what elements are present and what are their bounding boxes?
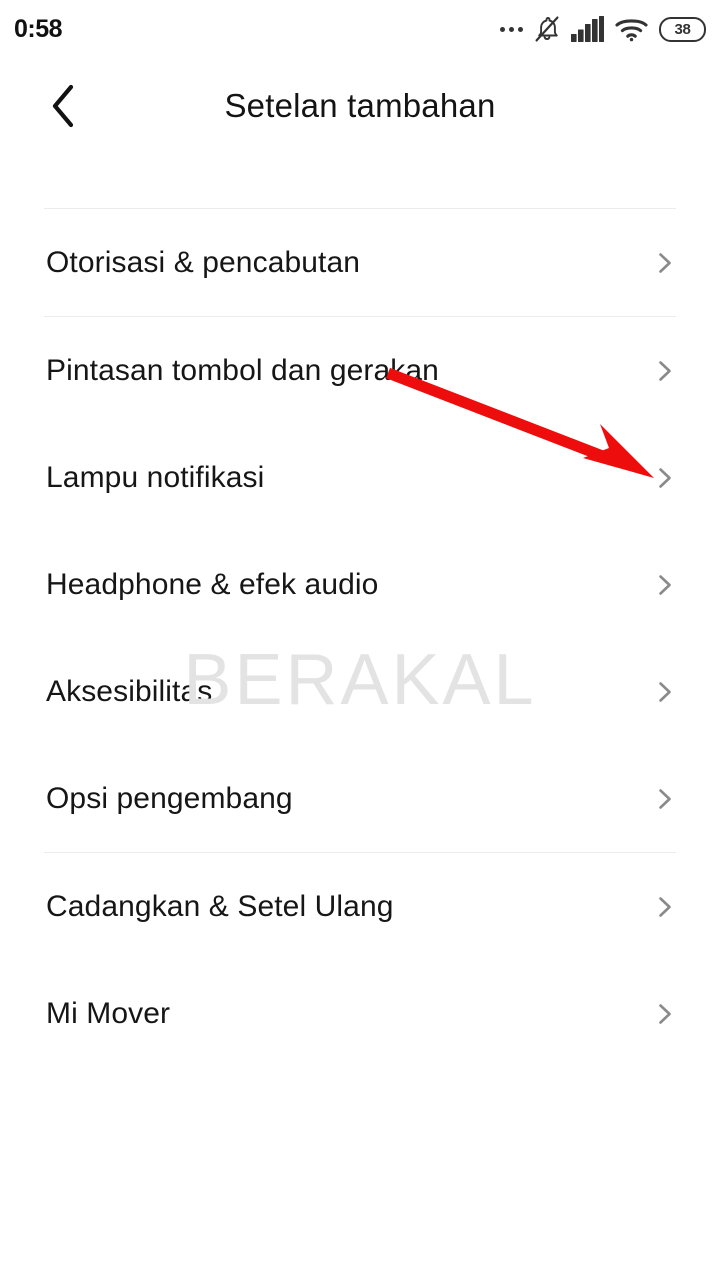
list-item-label: Otorisasi & pencabutan — [46, 246, 361, 279]
list-item-label: Mi Mover — [46, 997, 171, 1030]
wifi-icon — [615, 16, 648, 42]
status-bar: 0:58 38 — [0, 0, 720, 58]
settings-group-3: Cadangkan & Setel Ulang Mi Mover — [0, 853, 720, 1067]
list-item-label: Opsi pengembang — [46, 782, 293, 815]
list-item-label: Aksesibilitas — [46, 675, 213, 708]
chevron-right-icon — [654, 467, 676, 489]
bell-muted-icon — [534, 15, 560, 43]
list-item-headphone-efek-audio[interactable]: Headphone & efek audio — [0, 531, 720, 638]
app-bar: Setelan tambahan — [0, 58, 720, 153]
page-title: Setelan tambahan — [224, 86, 496, 124]
chevron-right-icon — [654, 681, 676, 703]
chevron-right-icon — [654, 1003, 676, 1025]
list-item-lampu-notifikasi[interactable]: Lampu notifikasi — [0, 424, 720, 531]
chevron-right-icon — [654, 360, 676, 382]
chevron-right-icon — [654, 896, 676, 918]
more-dots-icon — [500, 26, 523, 32]
signal-bars-icon — [571, 16, 604, 42]
list-item-mi-mover[interactable]: Mi Mover — [0, 960, 720, 1067]
list-item-label: Cadangkan & Setel Ulang — [46, 890, 394, 923]
list-item-aksesibilitas[interactable]: Aksesibilitas — [0, 638, 720, 745]
list-item-pintasan-tombol-dan-gerakan[interactable]: Pintasan tombol dan gerakan — [0, 317, 720, 424]
list-item-opsi-pengembang[interactable]: Opsi pengembang — [0, 745, 720, 852]
battery-icon: 38 — [659, 16, 706, 42]
list-top-spacer — [0, 153, 720, 208]
status-clock: 0:58 — [14, 14, 63, 43]
list-item-cadangkan-setel-ulang[interactable]: Cadangkan & Setel Ulang — [0, 853, 720, 960]
list-item-label: Headphone & efek audio — [46, 568, 379, 601]
status-icon-tray: 38 — [500, 15, 706, 43]
chevron-right-icon — [654, 788, 676, 810]
settings-list: Otorisasi & pencabutan Pintasan tombol d… — [0, 153, 720, 1067]
list-item-otorisasi-pencabutan[interactable]: Otorisasi & pencabutan — [0, 209, 720, 316]
battery-level-text: 38 — [674, 20, 691, 38]
chevron-right-icon — [654, 574, 676, 596]
settings-group-2: Pintasan tombol dan gerakan Lampu notifi… — [0, 317, 720, 852]
list-item-label: Pintasan tombol dan gerakan — [46, 354, 439, 387]
settings-group-1: Otorisasi & pencabutan — [0, 209, 720, 316]
list-item-label: Lampu notifikasi — [46, 461, 265, 494]
chevron-right-icon — [654, 252, 676, 274]
